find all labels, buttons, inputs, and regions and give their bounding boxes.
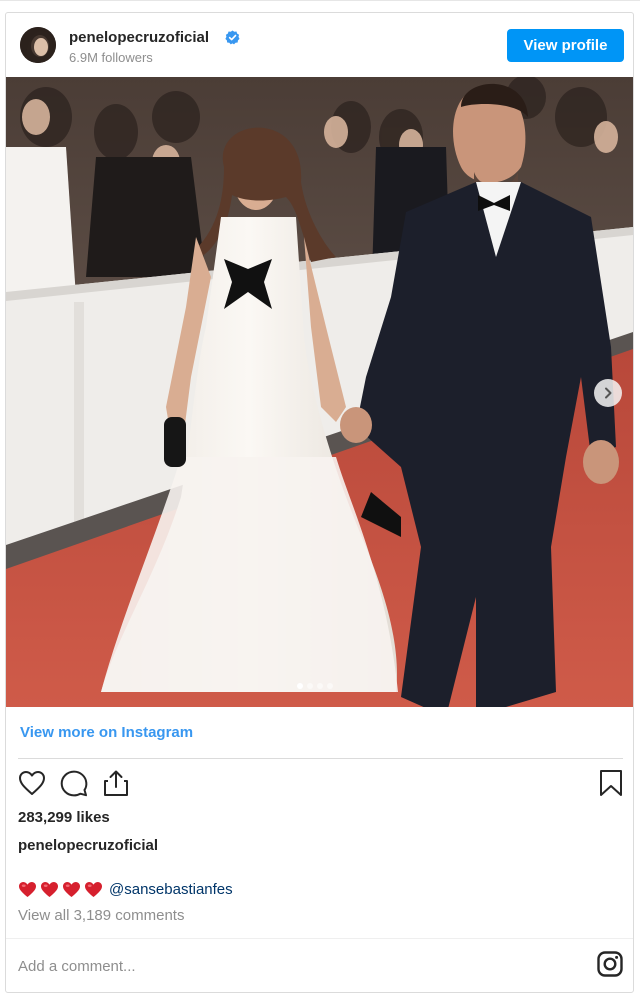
mention-link[interactable]: @sansebastianfes bbox=[109, 881, 233, 898]
like-count[interactable]: 283,299 likes bbox=[18, 809, 110, 826]
post-header: penelopecruzoficial 6.9M followers View … bbox=[6, 13, 633, 77]
heart-outline-icon bbox=[19, 771, 45, 795]
carousel-dot bbox=[317, 683, 323, 689]
heart-emoji-icon bbox=[63, 881, 80, 897]
instagram-embed-card: penelopecruzoficial 6.9M followers View … bbox=[5, 12, 634, 993]
profile-username[interactable]: penelopecruzoficial bbox=[69, 29, 209, 46]
share-button[interactable] bbox=[100, 767, 132, 799]
add-comment-input[interactable]: Add a comment... bbox=[18, 958, 136, 975]
instagram-logo-icon[interactable] bbox=[597, 951, 623, 977]
comment-button[interactable] bbox=[58, 767, 90, 799]
save-button[interactable] bbox=[595, 767, 627, 799]
view-more-link[interactable]: View more on Instagram bbox=[20, 724, 193, 741]
divider bbox=[18, 758, 623, 759]
view-profile-button[interactable]: View profile bbox=[507, 29, 624, 62]
avatar[interactable] bbox=[20, 27, 56, 63]
follower-count: 6.9M followers bbox=[69, 50, 153, 65]
carousel-dot-active bbox=[297, 683, 303, 689]
view-all-comments-link[interactable]: View all 3,189 comments bbox=[18, 907, 184, 924]
caption-username[interactable]: penelopecruzoficial bbox=[18, 837, 158, 854]
top-border bbox=[0, 0, 640, 1]
comment-bubble-icon bbox=[60, 770, 88, 797]
share-upload-icon bbox=[104, 770, 128, 796]
carousel-dot bbox=[307, 683, 313, 689]
heart-emoji-icon bbox=[41, 881, 58, 897]
carousel-indicator bbox=[297, 683, 333, 689]
emoji-hearts bbox=[18, 881, 103, 898]
carousel-dot bbox=[327, 683, 333, 689]
bookmark-icon bbox=[600, 770, 622, 796]
like-button[interactable] bbox=[16, 767, 48, 799]
caption-text: @sansebastianfes bbox=[18, 879, 233, 899]
next-image-button[interactable] bbox=[594, 379, 622, 407]
chevron-right-icon bbox=[605, 387, 612, 399]
red-carpet-photo bbox=[6, 77, 633, 707]
avatar-image bbox=[20, 27, 56, 63]
divider bbox=[6, 938, 633, 939]
post-image[interactable] bbox=[6, 77, 633, 707]
heart-emoji-icon bbox=[19, 881, 36, 897]
verified-badge-icon bbox=[225, 30, 240, 45]
heart-emoji-icon bbox=[85, 881, 102, 897]
